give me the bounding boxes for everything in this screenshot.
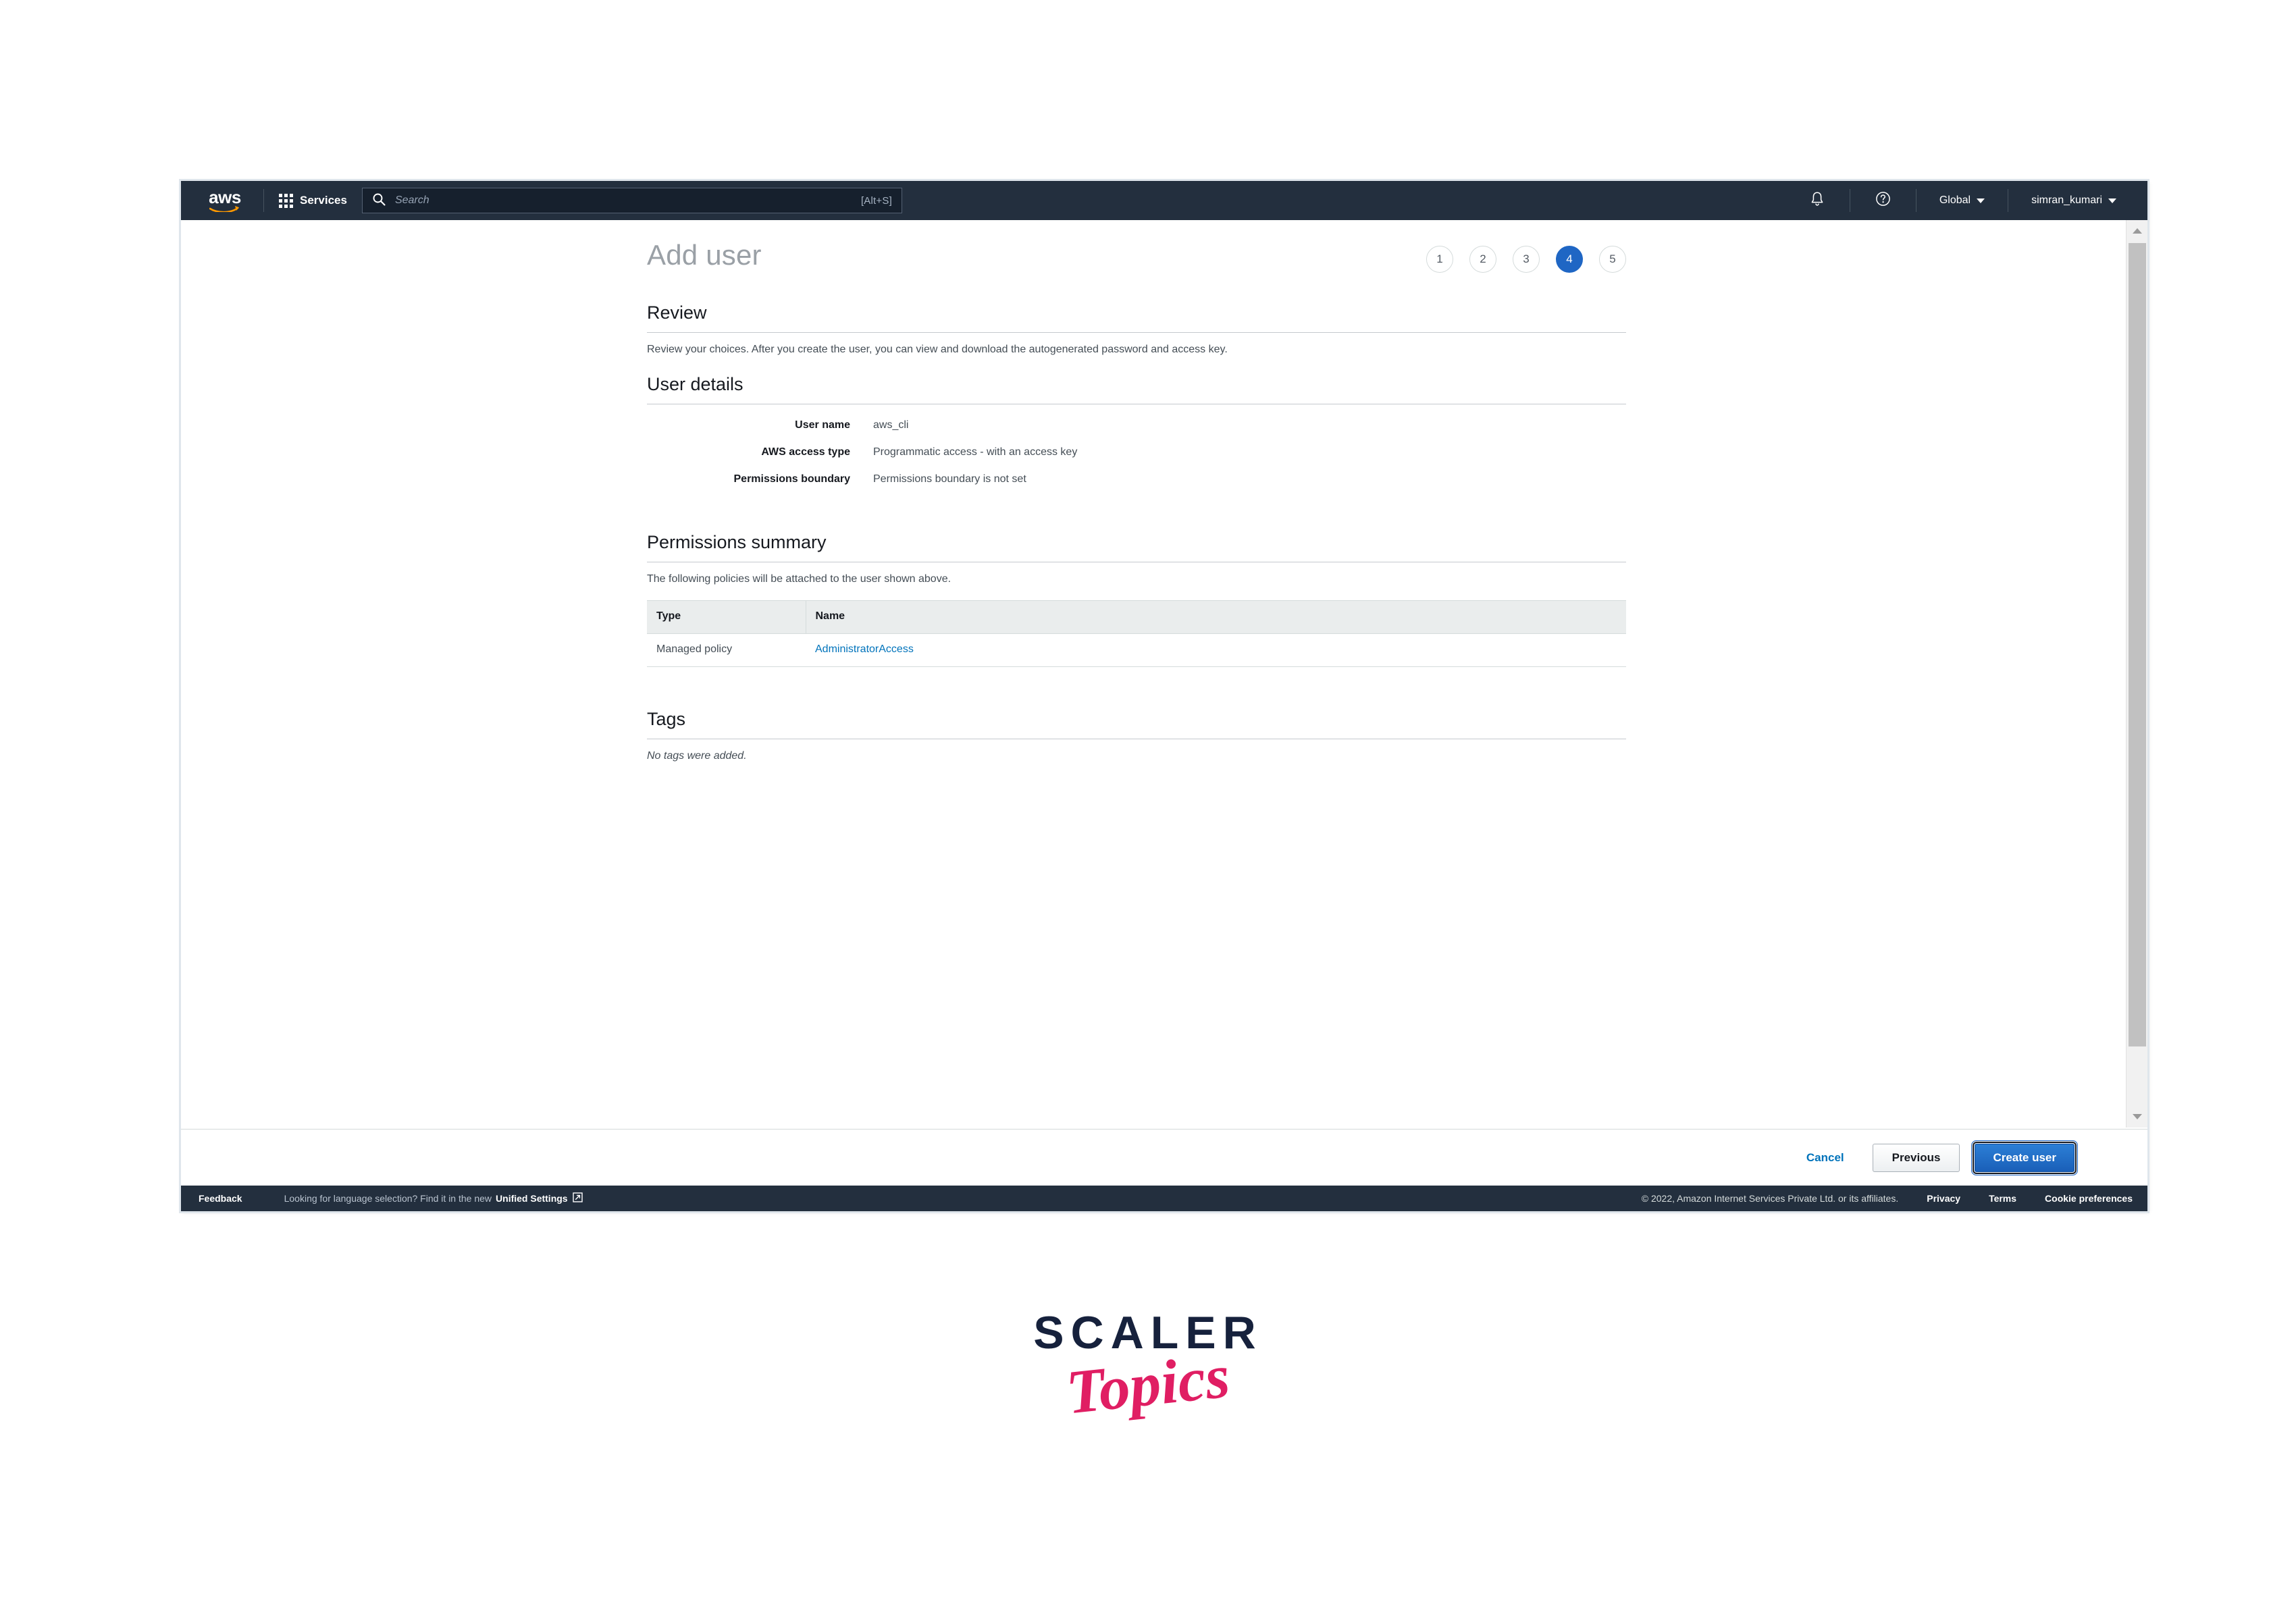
user-details-list: User name aws_cli AWS access type Progra… bbox=[647, 419, 1626, 485]
detail-label: User name bbox=[795, 419, 850, 431]
aws-logo[interactable]: aws bbox=[196, 186, 254, 212]
aws-top-navigation: aws Services [Alt+S] bbox=[181, 181, 2147, 220]
cancel-button[interactable]: Cancel bbox=[1802, 1150, 1848, 1165]
tags-heading: Tags bbox=[647, 709, 1626, 739]
detail-label: Permissions boundary bbox=[733, 473, 851, 485]
content-scroll-area: Add user 1 2 3 4 5 Review Review your ch… bbox=[181, 220, 2147, 1127]
browser-window: aws Services [Alt+S] bbox=[181, 181, 2147, 1211]
global-search-box[interactable]: [Alt+S] bbox=[361, 188, 902, 213]
bell-icon bbox=[1809, 190, 1825, 211]
column-header-name[interactable]: Name bbox=[806, 600, 1626, 634]
policy-table: Type Name Managed policy AdministratorAc… bbox=[647, 600, 1626, 667]
account-label: simran_kumari bbox=[2031, 194, 2102, 206]
previous-button[interactable]: Previous bbox=[1872, 1143, 1960, 1172]
region-selector[interactable]: Global bbox=[1926, 188, 1998, 213]
nav-divider bbox=[263, 189, 264, 212]
detail-value: Programmatic access - with an access key bbox=[873, 446, 1078, 458]
create-user-button[interactable]: Create user bbox=[1973, 1141, 2077, 1174]
detail-label: AWS access type bbox=[761, 446, 850, 458]
scroll-up-arrow-icon bbox=[2132, 228, 2142, 234]
nav-right-cluster: Global simran_kumari bbox=[1794, 181, 2147, 220]
scroll-down-button[interactable] bbox=[2127, 1106, 2147, 1127]
wizard-step-1[interactable]: 1 bbox=[1426, 246, 1453, 273]
region-label: Global bbox=[1939, 194, 1971, 206]
chevron-down-icon bbox=[1977, 198, 1985, 203]
page-footer: Feedback Looking for language selection?… bbox=[181, 1186, 2147, 1211]
wizard-step-5[interactable]: 5 bbox=[1599, 246, 1626, 273]
privacy-link[interactable]: Privacy bbox=[1927, 1193, 1960, 1204]
cookie-preferences-link[interactable]: Cookie preferences bbox=[2045, 1193, 2133, 1204]
wizard-action-bar: Cancel Previous Create user bbox=[181, 1129, 2147, 1186]
table-row: Managed policy AdministratorAccess bbox=[647, 633, 1626, 667]
table-header-row: Type Name bbox=[647, 600, 1626, 634]
column-header-type[interactable]: Type bbox=[647, 600, 806, 634]
search-icon bbox=[372, 192, 386, 209]
services-label: Services bbox=[300, 194, 347, 207]
chevron-down-icon bbox=[2108, 198, 2116, 203]
page-title: Add user bbox=[647, 239, 762, 271]
review-heading: Review bbox=[647, 302, 1626, 333]
help-button[interactable] bbox=[1860, 188, 1906, 213]
page-header: Add user 1 2 3 4 5 bbox=[647, 239, 1626, 282]
user-details-section: User details User name aws_cli AWS acces… bbox=[647, 374, 1626, 500]
permissions-summary-description: The following policies will be attached … bbox=[647, 573, 951, 585]
wizard-step-4[interactable]: 4 bbox=[1556, 246, 1583, 273]
external-link-icon bbox=[572, 1192, 583, 1204]
vertical-scrollbar[interactable] bbox=[2126, 220, 2147, 1127]
footer-right-cluster: © 2022, Amazon Internet Services Private… bbox=[1642, 1193, 2133, 1204]
question-circle-icon bbox=[1875, 190, 1891, 211]
tags-empty-text: No tags were added. bbox=[647, 750, 747, 762]
wizard-step-2[interactable]: 2 bbox=[1469, 246, 1496, 273]
detail-value: aws_cli bbox=[873, 419, 909, 431]
permissions-summary-heading: Permissions summary bbox=[647, 532, 1626, 562]
detail-value: Permissions boundary is not set bbox=[873, 473, 1026, 485]
search-shortcut-hint: [Alt+S] bbox=[860, 194, 892, 207]
tags-section: Tags No tags were added. bbox=[647, 709, 1626, 762]
cell-policy-name: AdministratorAccess bbox=[806, 633, 1626, 667]
review-section: Review Review your choices. After you cr… bbox=[647, 302, 1626, 356]
aws-smile-icon bbox=[209, 205, 240, 212]
terms-link[interactable]: Terms bbox=[1989, 1193, 2016, 1204]
wizard-step-3[interactable]: 3 bbox=[1513, 246, 1540, 273]
scroll-down-arrow-icon bbox=[2132, 1114, 2142, 1119]
user-details-heading: User details bbox=[647, 374, 1626, 404]
policy-name-link[interactable]: AdministratorAccess bbox=[815, 643, 914, 655]
scroll-up-button[interactable] bbox=[2127, 220, 2147, 242]
grid-apps-icon bbox=[279, 193, 293, 208]
unified-settings-link[interactable]: Unified Settings bbox=[496, 1193, 568, 1204]
detail-row-access-type: AWS access type Programmatic access - wi… bbox=[647, 446, 1626, 458]
scaler-topics-watermark: SCALER Topics bbox=[0, 1310, 2296, 1427]
cell-policy-type: Managed policy bbox=[647, 633, 806, 667]
search-input[interactable] bbox=[393, 194, 861, 207]
detail-row-permissions-boundary: Permissions boundary Permissions boundar… bbox=[647, 473, 1626, 485]
feedback-link[interactable]: Feedback bbox=[199, 1193, 242, 1204]
scrollbar-thumb[interactable] bbox=[2129, 243, 2146, 1046]
review-description: Review your choices. After you create th… bbox=[647, 344, 1228, 355]
content-inner: Add user 1 2 3 4 5 Review Review your ch… bbox=[181, 220, 2120, 1127]
aws-logo-wordmark: aws bbox=[209, 186, 241, 207]
language-note: Looking for language selection? Find it … bbox=[284, 1193, 492, 1204]
watermark-subbrand: Topics bbox=[1063, 1341, 1233, 1427]
copyright-text: © 2022, Amazon Internet Services Private… bbox=[1641, 1193, 1899, 1204]
account-menu[interactable]: simran_kumari bbox=[2018, 188, 2130, 213]
services-menu-button[interactable]: Services bbox=[273, 190, 353, 212]
notifications-button[interactable] bbox=[1794, 188, 1840, 213]
permissions-summary-section: Permissions summary The following polici… bbox=[647, 532, 1626, 667]
detail-row-username: User name aws_cli bbox=[647, 419, 1626, 431]
wizard-step-indicator: 1 2 3 4 5 bbox=[1426, 246, 1626, 273]
